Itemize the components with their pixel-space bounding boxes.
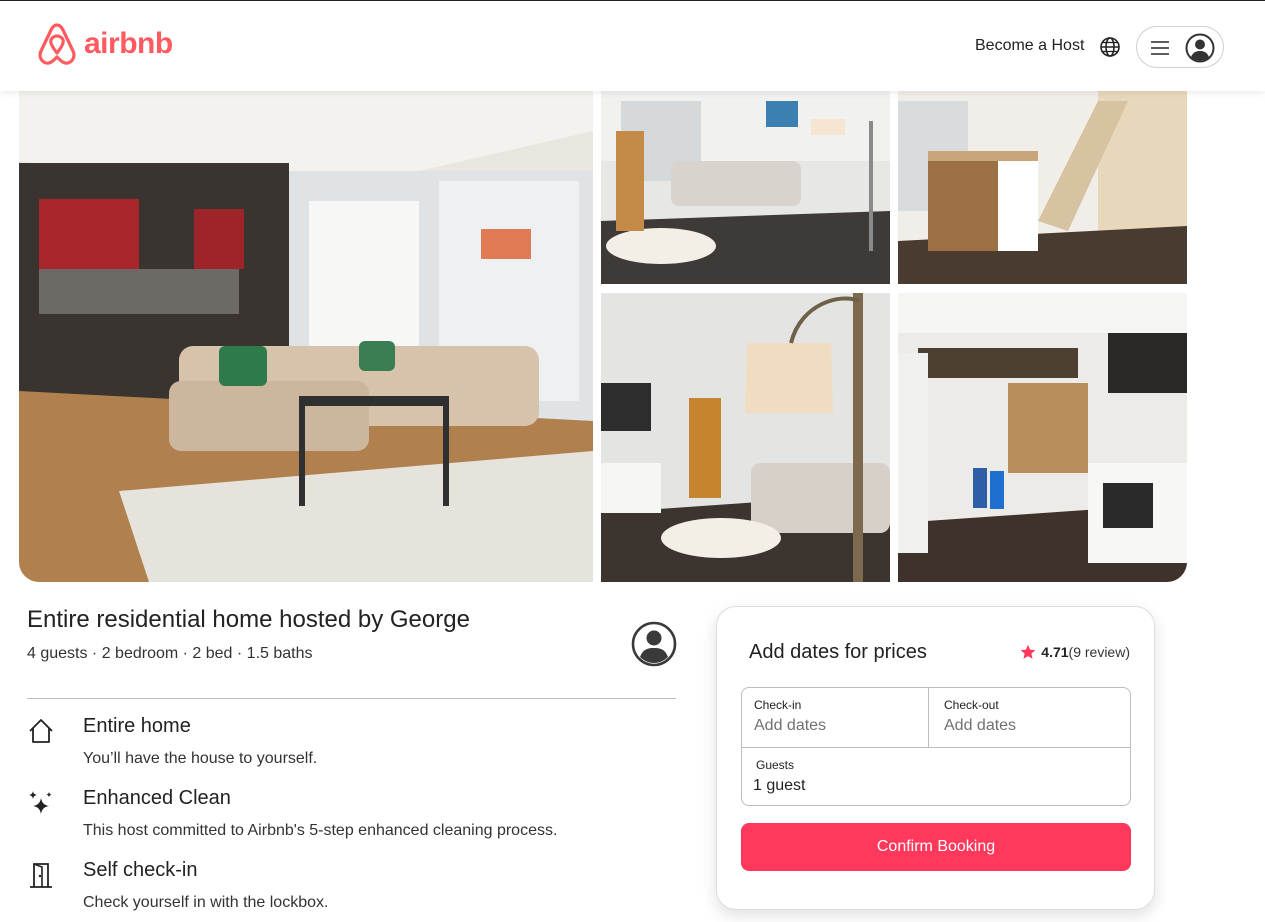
photo-living-room-easel[interactable] <box>601 91 890 284</box>
photo-living-room-main[interactable] <box>19 91 593 582</box>
booking-card: Add dates for prices 4.71 (9 review) Che… <box>716 606 1155 910</box>
airbnb-logo-icon <box>38 23 76 65</box>
globe-icon[interactable] <box>1099 36 1121 58</box>
photo-kitchen-hallway[interactable] <box>898 293 1187 582</box>
listing-details: 4 guests · 2 bedroom · 2 bed · 1.5 baths <box>27 645 313 662</box>
review-count: (9 review) <box>1068 644 1130 660</box>
checkout-field[interactable]: Check-out Add dates <box>929 688 1130 747</box>
feature-name: Self check-in <box>83 859 198 881</box>
photo-kitchen-stairs[interactable] <box>898 91 1187 284</box>
confirm-booking-button[interactable]: Confirm Booking <box>741 823 1131 871</box>
checkout-label: Check-out <box>944 698 999 712</box>
kitchen-hallway-image <box>898 293 1187 582</box>
rating-score: 4.71 <box>1041 644 1069 660</box>
date-guest-picker: Check-in Add dates Check-out Add dates G… <box>741 687 1131 806</box>
photo-gallery <box>19 91 1187 582</box>
brand-name: airbnb <box>84 27 173 60</box>
checkout-value: Add dates <box>944 717 1017 734</box>
guests-field[interactable]: Guests 1 guest <box>742 747 1130 805</box>
checkin-field[interactable]: Check-in Add dates <box>742 688 929 747</box>
section-divider <box>27 698 676 699</box>
photo-lamp-living-room[interactable] <box>601 293 890 582</box>
checkin-value: Add dates <box>754 717 827 734</box>
home-icon <box>29 719 53 743</box>
star-icon <box>1020 644 1036 659</box>
sparkles-icon <box>29 791 52 814</box>
rating[interactable]: 4.71 (9 review) <box>1020 644 1130 660</box>
door-icon <box>30 863 52 888</box>
become-host-link[interactable]: Become a Host <box>975 37 1084 55</box>
header: airbnb Become a Host <box>0 0 1265 91</box>
checkin-label: Check-in <box>754 698 802 712</box>
user-menu-button[interactable] <box>1136 26 1224 68</box>
living-room-easel-image <box>601 91 890 284</box>
kitchen-stairs-image <box>898 91 1187 284</box>
user-avatar-icon <box>1185 33 1215 63</box>
airbnb-logo[interactable]: airbnb <box>36 21 173 67</box>
guests-value: 1 guest <box>753 777 806 794</box>
host-avatar-icon[interactable] <box>631 621 677 667</box>
feature-description: This host committed to Airbnb's 5-step e… <box>83 822 558 839</box>
living-room-main-image <box>19 91 593 582</box>
guests-label: Guests <box>756 758 795 772</box>
lamp-living-room-image <box>601 293 890 582</box>
hamburger-icon <box>1151 41 1169 55</box>
feature-name: Enhanced Clean <box>83 787 231 809</box>
booking-title: Add dates for prices <box>749 641 927 663</box>
listing-title: Entire residential home hosted by George <box>27 606 470 633</box>
feature-description: You’ll have the house to yourself. <box>83 750 318 767</box>
feature-name: Entire home <box>83 715 191 737</box>
feature-description: Check yourself in with the lockbox. <box>83 894 329 911</box>
